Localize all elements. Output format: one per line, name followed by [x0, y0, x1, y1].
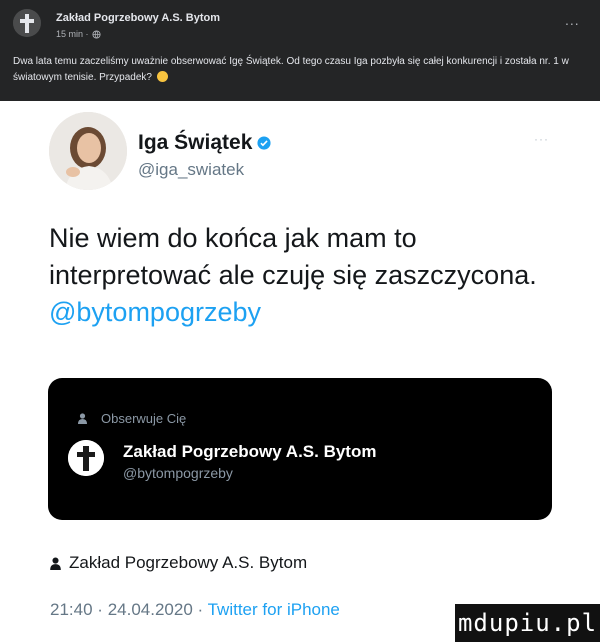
tweet-text-body: Nie wiem do końca jak mam to interpretow…	[49, 223, 537, 290]
post-options-button[interactable]: ...	[565, 12, 580, 28]
mention-link[interactable]: @bytompogrzeby	[49, 297, 261, 327]
page-avatar[interactable]	[13, 9, 41, 37]
post-time[interactable]: 15 min ·	[56, 29, 89, 39]
tweet-source-link[interactable]: Twitter for iPhone	[208, 600, 340, 619]
person-icon	[50, 556, 61, 570]
retweeted-by[interactable]: Zakład Pogrzebowy A.S. Bytom	[50, 553, 307, 573]
facebook-post-header: Zakład Pogrzebowy A.S. Bytom 15 min · ..…	[0, 0, 600, 101]
page-name[interactable]: Zakład Pogrzebowy A.S. Bytom	[56, 12, 220, 24]
grinning-face-emoji-icon	[156, 71, 168, 82]
tweet-timestamp: 21:40 · 24.04.2020 · Twitter for iPhone	[50, 600, 340, 620]
profile-name[interactable]: Zakład Pogrzebowy A.S. Bytom	[123, 442, 376, 462]
post-text-body: Dwa lata temu zaczeliśmy uważnie obserwo…	[13, 56, 569, 83]
follows-you-label: Obserwuje Cię	[78, 411, 186, 426]
tweet-author-avatar[interactable]	[49, 112, 127, 190]
tweet-author-handle[interactable]: @iga_swiatek	[138, 160, 244, 180]
tweet-time: 21:40	[50, 600, 93, 619]
tweet-date: 24.04.2020	[107, 600, 193, 619]
follows-you-text: Obserwuje Cię	[101, 411, 187, 426]
profile-avatar[interactable]	[68, 440, 104, 476]
cross-logo-icon	[68, 440, 104, 476]
separator: ·	[197, 600, 204, 619]
tweet-options-button[interactable]: ···	[534, 132, 549, 146]
person-icon	[78, 413, 87, 424]
person-photo-icon	[49, 112, 127, 190]
follows-you-card[interactable]: Obserwuje Cię Zakład Pogrzebowy A.S. Byt…	[48, 378, 552, 520]
watermark: mdupiu.pl	[455, 604, 600, 642]
profile-handle[interactable]: @bytompogrzeby	[123, 465, 233, 481]
cross-logo-icon	[13, 9, 41, 37]
tweet-text: Nie wiem do końca jak mam to interpretow…	[49, 220, 569, 331]
retweeted-by-name: Zakład Pogrzebowy A.S. Bytom	[69, 553, 308, 572]
post-text: Dwa lata temu zaczeliśmy uważnie obserwo…	[13, 54, 588, 86]
tweet-author-name[interactable]: Iga Świątek	[138, 131, 271, 155]
author-name-text: Iga Świątek	[138, 131, 253, 154]
separator: ·	[97, 600, 103, 619]
post-meta: 15 min ·	[56, 29, 101, 39]
globe-icon	[91, 29, 101, 39]
verified-badge-icon	[257, 136, 271, 150]
